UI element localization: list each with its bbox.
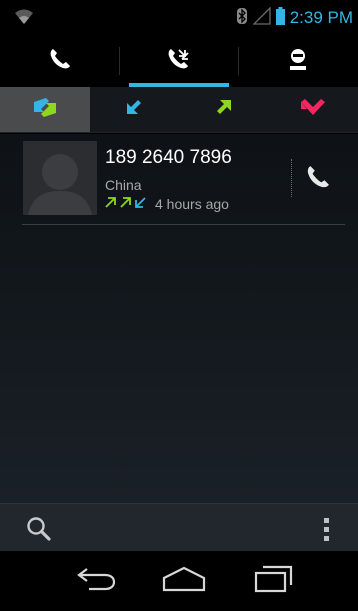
system-navigation-bar [0,551,358,611]
call-log-list: 189 2640 7896 China 4 hours ago [0,134,358,503]
overflow-menu-icon [323,517,329,523]
list-divider [22,224,345,225]
tab-phone[interactable] [0,35,119,87]
incoming-call-icon [126,99,142,120]
call-log-icon [166,47,192,76]
filter-missed-calls[interactable] [269,87,358,132]
outgoing-call-icon [119,196,132,212]
overflow-menu-icon [323,526,329,532]
filter-outgoing-calls[interactable] [179,87,269,132]
back-button[interactable] [70,565,122,597]
incoming-call-icon [134,196,147,212]
divider [291,159,292,197]
missed-call-icon [300,98,326,121]
phone-icon [48,47,72,76]
contact-icon [286,47,310,76]
battery-icon [275,6,285,30]
tab-contacts[interactable] [239,35,358,87]
recent-apps-icon [253,565,293,598]
outgoing-call-icon [104,196,117,212]
tab-divider [238,47,239,75]
call-details: 4 hours ago [104,196,229,212]
status-bar: 2:39 PM [0,0,358,35]
call-log-entry[interactable]: 189 2640 7896 China 4 hours ago [0,134,358,226]
back-icon [75,566,117,597]
caller-location: China [105,177,142,193]
all-calls-icon [30,96,60,123]
search-button[interactable] [24,514,54,544]
overflow-menu-button[interactable] [318,514,334,544]
home-icon [161,566,207,597]
call-back-button[interactable] [300,162,336,196]
filter-incoming-calls[interactable] [90,87,180,132]
tab-divider [119,47,120,75]
phone-icon [305,164,331,195]
home-button[interactable] [158,565,210,597]
recent-apps-button[interactable] [247,565,299,597]
signal-icon [252,5,271,30]
call-filter-tabs [0,87,358,133]
main-tabs [0,35,358,87]
outgoing-call-icon [216,99,232,120]
overflow-menu-icon [323,535,329,541]
call-time: 4 hours ago [155,196,229,212]
clock: 2:39 PM [289,8,353,27]
caller-number: 189 2640 7896 [105,147,232,168]
contact-avatar[interactable] [23,141,97,215]
tab-call-log[interactable] [119,35,238,87]
wifi-icon [14,9,34,30]
bluetooth-icon [236,7,248,30]
search-icon [24,517,54,548]
filter-all-calls[interactable] [0,87,90,132]
bottom-action-bar [0,503,358,551]
